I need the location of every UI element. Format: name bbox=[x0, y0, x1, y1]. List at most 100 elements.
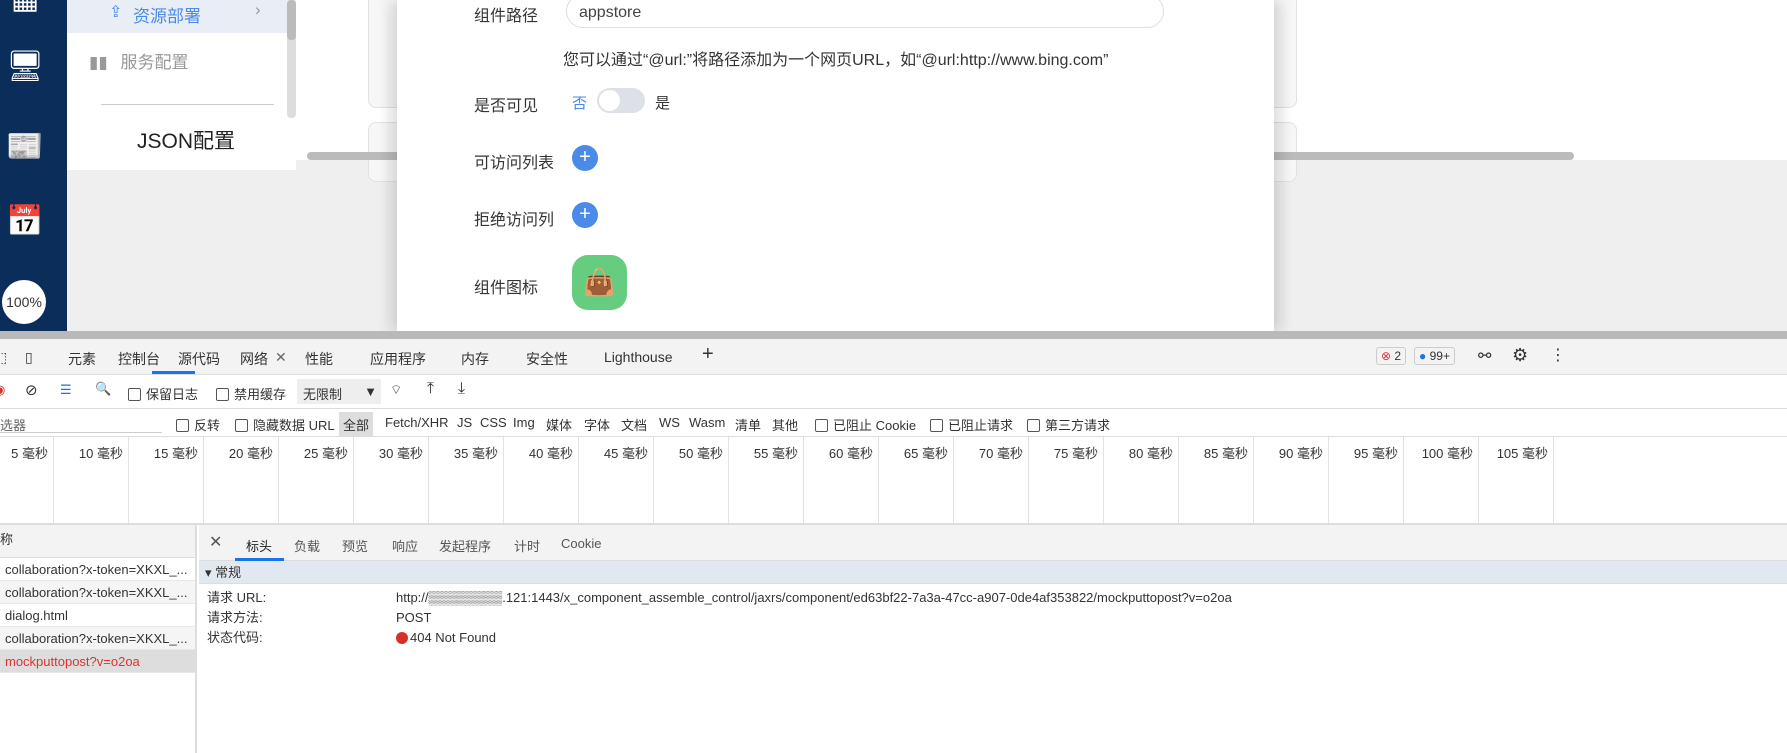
detail-tab[interactable]: 计时 bbox=[514, 536, 540, 555]
hide-data-url-label: 隐藏数据 URL bbox=[253, 418, 335, 433]
message-badge[interactable]: ● 99+ bbox=[1414, 347, 1455, 365]
header-row: 请求方法: POST bbox=[199, 608, 1787, 628]
blocked-requests-checkbox[interactable]: 已阻止请求 bbox=[930, 415, 1013, 434]
request-row[interactable]: dialog.html bbox=[0, 604, 195, 627]
hide-data-url-checkbox[interactable]: 隐藏数据 URL bbox=[235, 415, 335, 434]
monitor-user-icon[interactable]: 🖥 bbox=[6, 48, 44, 84]
timeline-overview[interactable]: 5 毫秒 10 毫秒 15 毫秒 20 毫秒 25 毫秒 30 毫秒 35 毫秒 40 毫秒 4… bbox=[0, 437, 1787, 525]
network-toolbar: ◉ ⊘ ☰ 🔍 保留日志 禁用缓存 无限制 ▼ ⌔ ⤒ ⤓ bbox=[0, 375, 1787, 409]
tab-performance[interactable]: 性能 bbox=[305, 349, 333, 369]
clear-icon[interactable]: ⊘ bbox=[25, 381, 38, 399]
general-section-header[interactable]: ▾ 常规 bbox=[199, 561, 1787, 584]
tab-security[interactable]: 安全性 bbox=[526, 349, 568, 369]
timeline-tick: 25 毫秒 bbox=[279, 437, 354, 523]
settings-icon[interactable]: ⚙ bbox=[1512, 345, 1528, 366]
filter-media[interactable]: 媒体 bbox=[546, 415, 572, 434]
page-scrollbar[interactable] bbox=[0, 331, 1787, 339]
detail-tab[interactable]: 负载 bbox=[294, 536, 320, 555]
filter-img[interactable]: Img bbox=[513, 415, 535, 430]
calendar-icon[interactable]: 📅 bbox=[6, 203, 43, 239]
filter-all[interactable]: 全部 bbox=[339, 412, 374, 437]
header-key: 请求方法: bbox=[207, 610, 263, 625]
devtools-tabs: ⬚ ▯ 元素 控制台 源代码 网络 ✕ 性能 应用程序 内存 安全性 Light… bbox=[0, 339, 1787, 375]
timeline-tick: 15 毫秒 bbox=[129, 437, 204, 523]
menu-item-json-config[interactable]: JSON配置 bbox=[137, 125, 235, 155]
filter-fetch-xhr[interactable]: Fetch/XHR bbox=[385, 415, 449, 430]
menu-scrollbar[interactable] bbox=[287, 0, 296, 118]
filter-other[interactable]: 其他 bbox=[772, 415, 798, 434]
filter-manifest[interactable]: 清单 bbox=[735, 415, 761, 434]
filter-js[interactable]: JS bbox=[457, 415, 472, 430]
close-tab-icon[interactable]: ✕ bbox=[275, 349, 287, 366]
record-icon[interactable]: ◉ bbox=[0, 382, 5, 398]
shopping-bag-icon[interactable]: 👜 bbox=[572, 255, 627, 310]
blocked-cookies-checkbox[interactable]: 已阻止 Cookie bbox=[815, 415, 916, 434]
disable-cache-checkbox[interactable]: 禁用缓存 bbox=[216, 384, 286, 403]
export-har-icon[interactable]: ⤓ bbox=[458, 380, 465, 398]
tab-network[interactable]: 网络 bbox=[240, 349, 268, 369]
tab-lighthouse[interactable]: Lighthouse bbox=[604, 349, 673, 365]
tab-memory[interactable]: 内存 bbox=[461, 349, 489, 369]
filter-input[interactable]: 选器 bbox=[0, 412, 162, 433]
timeline-tick: 10 毫秒 bbox=[54, 437, 129, 523]
detail-tab[interactable]: 预览 bbox=[342, 536, 368, 555]
request-row[interactable]: collaboration?x-token=XKXL_... bbox=[0, 627, 195, 650]
zoom-level[interactable]: 100% bbox=[2, 280, 46, 324]
header-value[interactable]: POST bbox=[396, 608, 431, 628]
tab-application[interactable]: 应用程序 bbox=[370, 349, 426, 369]
visible-toggle[interactable] bbox=[597, 88, 645, 113]
menu-item-service-config[interactable]: ▮▮ 服务配置 bbox=[89, 48, 188, 73]
add-tab-icon[interactable]: + bbox=[702, 343, 714, 366]
tab-sources[interactable]: 源代码 bbox=[178, 349, 220, 369]
tab-elements[interactable]: 元素 bbox=[68, 349, 96, 369]
timeline-tick: 45 毫秒 bbox=[579, 437, 654, 523]
filter-css[interactable]: CSS bbox=[480, 415, 507, 430]
detail-tab[interactable]: 发起程序 bbox=[439, 536, 491, 555]
menu-label: 服务配置 bbox=[120, 53, 189, 72]
tab-console[interactable]: 控制台 bbox=[118, 349, 160, 369]
header-value[interactable]: http://▒▒▒▒▒▒▒▒.121:1443/x_component_ass… bbox=[396, 588, 1232, 608]
connections-icon[interactable]: ⚯ bbox=[1478, 346, 1491, 366]
filter-wasm[interactable]: Wasm bbox=[689, 415, 725, 430]
filter-doc[interactable]: 文档 bbox=[621, 415, 647, 434]
close-detail-icon[interactable]: ✕ bbox=[209, 532, 222, 552]
timeline-tick: 40 毫秒 bbox=[504, 437, 579, 523]
device-icon[interactable]: ▯ bbox=[25, 349, 33, 366]
filter-font[interactable]: 字体 bbox=[584, 415, 610, 434]
search-icon[interactable]: 🔍 bbox=[95, 381, 111, 397]
visible-no-label: 否 bbox=[572, 95, 588, 112]
detail-tab[interactable]: 响应 bbox=[392, 536, 418, 555]
import-har-icon[interactable]: ⤒ bbox=[427, 380, 434, 398]
status-error-icon bbox=[396, 632, 408, 644]
filter-icon[interactable]: ☰ bbox=[60, 382, 72, 398]
header-row: 请求 URL: http://▒▒▒▒▒▒▒▒.121:1443/x_compon… bbox=[199, 588, 1787, 608]
filter-ws[interactable]: WS bbox=[659, 415, 680, 430]
error-badge[interactable]: ⊗ 2 bbox=[1376, 347, 1407, 365]
invert-checkbox[interactable]: 反转 bbox=[176, 415, 220, 434]
collapse-triangle-icon: ▾ bbox=[205, 565, 216, 580]
menu-item-resource-deploy[interactable]: ⇪ 资源部署 › bbox=[67, 0, 296, 33]
request-row[interactable]: collaboration?x-token=XKXL_... bbox=[0, 558, 195, 581]
error-count: 2 bbox=[1394, 349, 1402, 363]
add-allow-button[interactable]: + bbox=[572, 145, 598, 171]
header-value[interactable]: 404 Not Found bbox=[410, 628, 496, 648]
more-icon[interactable]: ⋮ bbox=[1550, 345, 1566, 365]
throttle-select[interactable]: 无限制 ▼ bbox=[297, 379, 381, 404]
error-icon: ⊗ bbox=[1381, 349, 1392, 363]
third-party-checkbox[interactable]: 第三方请求 bbox=[1027, 415, 1110, 434]
name-column-header[interactable]: 称 bbox=[0, 525, 195, 558]
timeline-tick: 75 毫秒 bbox=[1029, 437, 1104, 523]
preserve-log-checkbox[interactable]: 保留日志 bbox=[128, 384, 198, 403]
app-icon[interactable]: ▦ bbox=[7, 0, 43, 16]
request-row[interactable]: mockputtopost?v=o2oa bbox=[0, 650, 195, 673]
request-row[interactable]: collaboration?x-token=XKXL_... bbox=[0, 581, 195, 604]
timeline-tick: 105 毫秒 bbox=[1479, 437, 1554, 523]
inspect-icon[interactable]: ⬚ bbox=[0, 349, 7, 366]
document-icon[interactable]: 📰 bbox=[6, 128, 43, 164]
timeline-tick: 65 毫秒 bbox=[879, 437, 954, 523]
path-input[interactable]: appstore bbox=[566, 0, 1164, 28]
network-conditions-icon[interactable]: ⌔ bbox=[390, 382, 402, 398]
detail-tab[interactable]: 标头 bbox=[246, 536, 272, 555]
add-deny-button[interactable]: + bbox=[572, 202, 598, 228]
detail-tab[interactable]: Cookie bbox=[561, 536, 601, 551]
